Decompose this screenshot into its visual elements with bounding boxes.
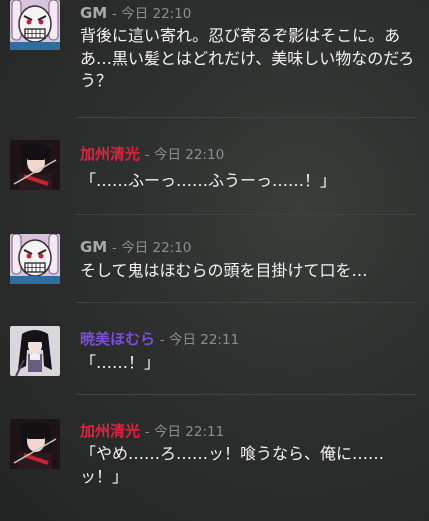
message-divider xyxy=(76,394,416,395)
author-name[interactable]: 加州清光 xyxy=(80,145,140,163)
message-header: 加州清光 - 今日 22:11 xyxy=(80,422,224,441)
message-header: GM - 今日 22:10 xyxy=(80,4,191,23)
timestamp: - 今日 22:10 xyxy=(112,6,192,22)
message-divider xyxy=(76,214,416,215)
message-divider xyxy=(76,117,416,118)
kashuu-avatar[interactable] xyxy=(10,419,60,469)
message-text: 背後に這い寄れ。忍び寄るぞ影はそこに。ああ…黒い髪とはどれだけ、美味しい物なのだ… xyxy=(80,26,415,90)
rabbit-mask-avatar[interactable] xyxy=(10,234,60,284)
message-text: 「……！」 xyxy=(80,353,161,372)
kashuu-avatar[interactable] xyxy=(10,140,60,190)
homura-avatar[interactable] xyxy=(10,326,60,376)
message-header: 加州清光 - 今日 22:10 xyxy=(80,145,224,164)
author-name[interactable]: 加州清光 xyxy=(80,422,140,440)
author-name[interactable]: GM xyxy=(80,238,107,256)
author-name[interactable]: GM xyxy=(80,4,107,22)
message-header: 暁美ほむら - 今日 22:11 xyxy=(80,330,239,349)
author-name[interactable]: 暁美ほむら xyxy=(80,330,155,348)
timestamp: - 今日 22:11 xyxy=(144,424,225,440)
message-text: 「……ふーっ……ふうーっ……！」 xyxy=(80,171,337,190)
timestamp: - 今日 22:11 xyxy=(159,332,240,348)
timestamp: - 今日 22:10 xyxy=(144,147,225,163)
message-text: そして鬼はほむらの頭を目掛けて口を… xyxy=(80,261,368,280)
rabbit-mask-avatar[interactable] xyxy=(10,0,60,50)
message-header: GM - 今日 22:10 xyxy=(80,238,191,257)
message-text: 「やめ……ろ……ッ！喰うなら、俺に……ッ！」 xyxy=(80,444,385,486)
timestamp: - 今日 22:10 xyxy=(112,240,192,256)
message-divider xyxy=(76,302,416,303)
